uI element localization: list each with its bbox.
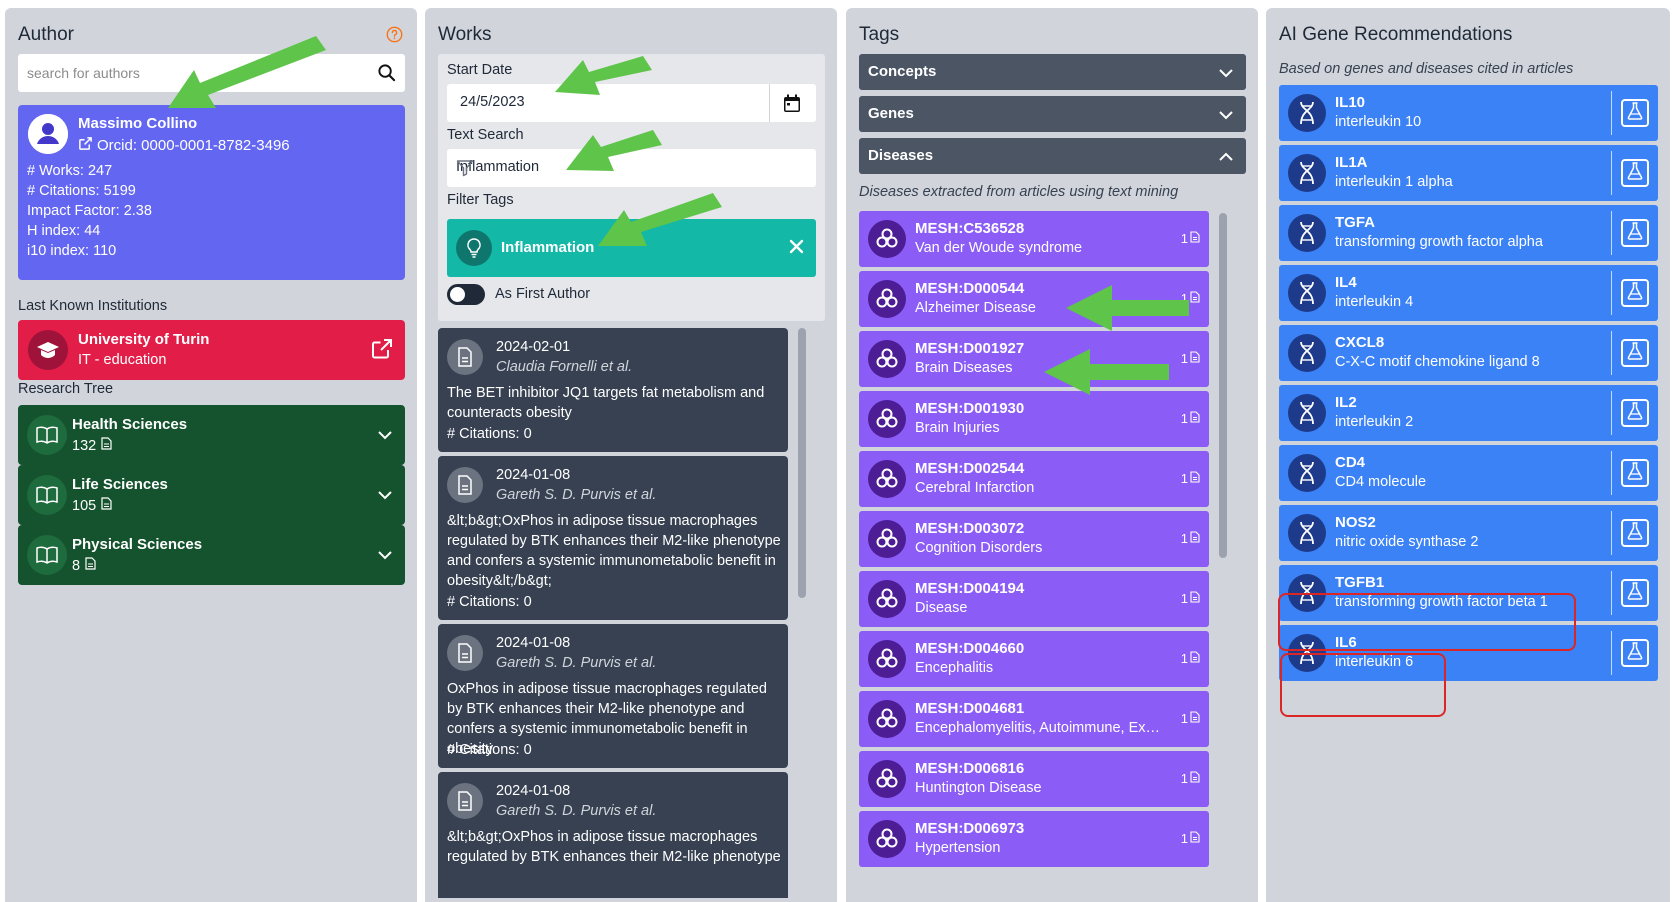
arrow-to-author-search (168, 36, 326, 108)
annotation-arrows (168, 36, 1189, 395)
arrow-to-start-date (555, 56, 652, 95)
arrow-to-brain-diseases (1044, 349, 1169, 395)
arrow-to-text-search (566, 130, 662, 171)
arrow-to-filter-tags (598, 193, 722, 246)
arrow-to-alzheimer (1066, 285, 1189, 331)
